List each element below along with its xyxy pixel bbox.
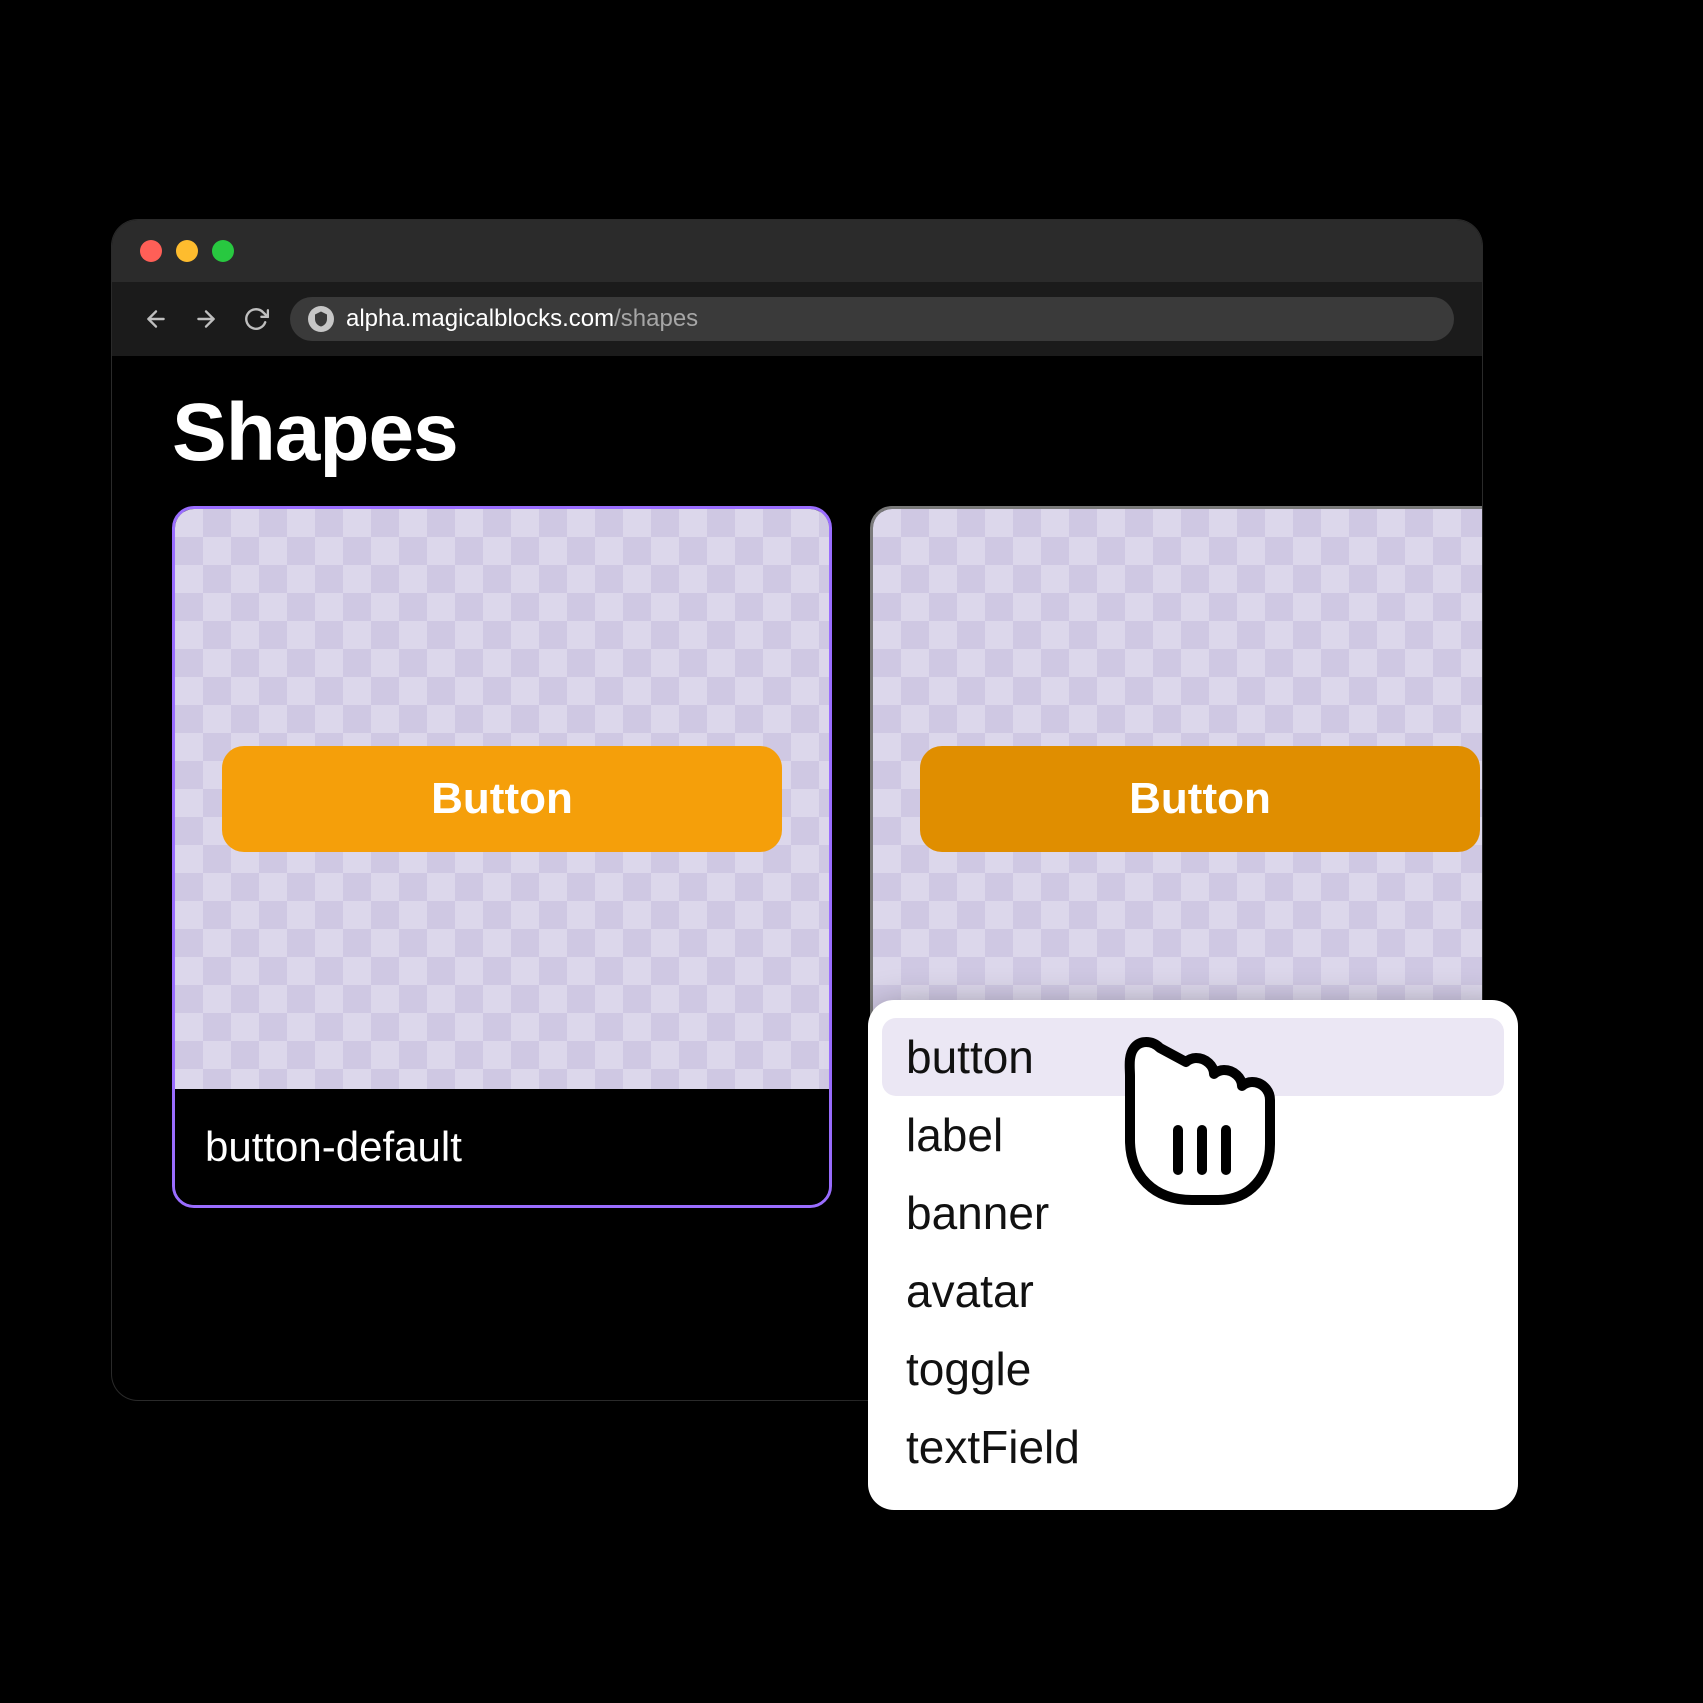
dropdown-item-banner[interactable]: banner (882, 1174, 1504, 1252)
dropdown-item-toggle[interactable]: toggle (882, 1330, 1504, 1408)
window-titlebar (112, 220, 1482, 282)
browser-toolbar: alpha.magicalblocks.com/shapes (112, 282, 1482, 356)
back-button[interactable] (140, 303, 172, 335)
shape-preview-canvas: Button (175, 509, 829, 1089)
url-path: /shapes (614, 305, 698, 332)
window-maximize-button[interactable] (212, 240, 234, 262)
shape-type-dropdown[interactable]: button label banner avatar toggle textFi… (868, 1000, 1518, 1510)
reload-button[interactable] (240, 303, 272, 335)
dropdown-item-textfield[interactable]: textField (882, 1408, 1504, 1486)
shape-card-name: button-default (175, 1089, 829, 1205)
dropdown-item-label[interactable]: label (882, 1096, 1504, 1174)
site-identity-icon (308, 306, 334, 332)
dropdown-item-avatar[interactable]: avatar (882, 1252, 1504, 1330)
url-text: alpha.magicalblocks.com/shapes (346, 305, 698, 333)
window-close-button[interactable] (140, 240, 162, 262)
preview-button: Button (222, 746, 782, 852)
shape-card[interactable]: Button button-default (172, 506, 832, 1208)
url-host: alpha.magicalblocks.com (346, 305, 614, 332)
dropdown-item-button[interactable]: button (882, 1018, 1504, 1096)
window-minimize-button[interactable] (176, 240, 198, 262)
address-bar[interactable]: alpha.magicalblocks.com/shapes (290, 297, 1454, 341)
page-title: Shapes (172, 386, 1422, 480)
preview-button: Button (920, 746, 1480, 852)
forward-button[interactable] (190, 303, 222, 335)
